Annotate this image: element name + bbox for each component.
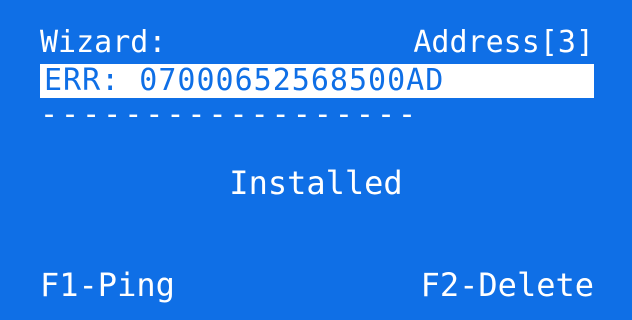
divider-line: ------------------ — [40, 97, 420, 132]
lcd-screen: Wizard: Address[3] ERR: 070006525685​00A… — [0, 0, 632, 320]
header-row: Wizard: Address[3] — [40, 26, 594, 60]
f1-ping-button[interactable]: F1-Ping — [40, 268, 175, 302]
wizard-title: Wizard: — [40, 25, 167, 60]
error-line: ERR: 070006525685​00AD — [40, 64, 594, 98]
status-text: Installed — [229, 164, 403, 202]
f2-delete-button[interactable]: F2-Delete — [421, 268, 594, 302]
footer-row: F1-Ping F2-Delete — [40, 268, 594, 302]
address-label: Address[3] — [413, 25, 594, 60]
